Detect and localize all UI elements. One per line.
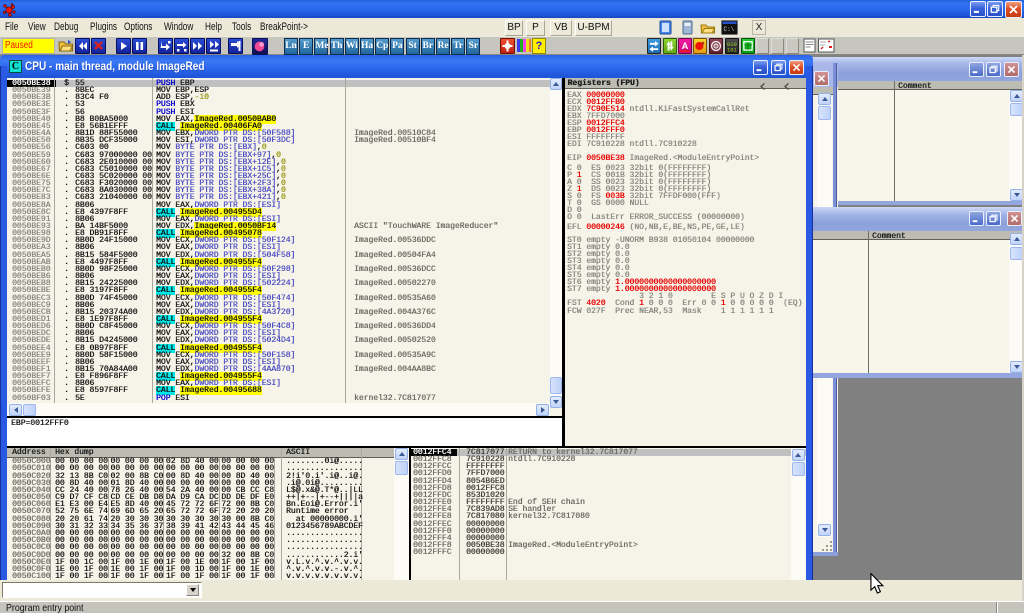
svg-text:C:\: C:\ (724, 26, 735, 33)
svg-text:101: 101 (727, 47, 738, 53)
svg-text:A: A (682, 41, 689, 51)
